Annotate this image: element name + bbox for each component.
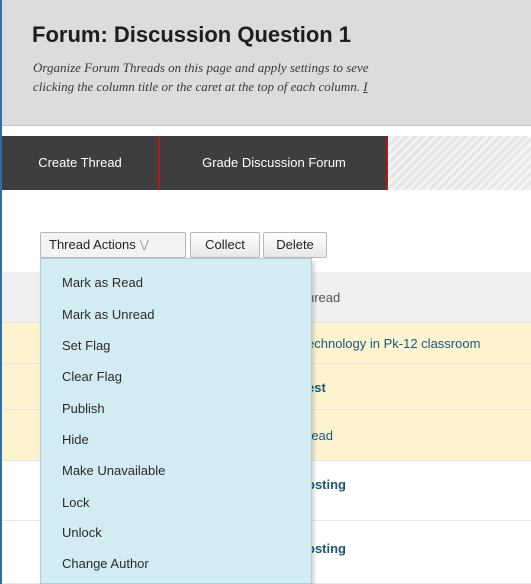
menu-item-unlock[interactable]: Unlock: [62, 525, 102, 540]
page-title: Forum: Discussion Question 1: [32, 22, 352, 47]
thread-link[interactable]: echnology in Pk-12 classroom: [307, 336, 480, 351]
menu-item-mark-as-unread[interactable]: Mark as Unread: [62, 307, 154, 322]
action-bar: Create Thread Grade Discussion Forum: [2, 136, 531, 190]
description-line-2: clicking the column title or the caret a…: [33, 77, 369, 96]
menu-item-set-flag[interactable]: Set Flag: [62, 338, 110, 353]
page-description: Organize Forum Threads on this page and …: [33, 58, 369, 96]
menu-item-clear-flag[interactable]: Clear Flag: [62, 369, 122, 384]
grade-discussion-forum-button[interactable]: Grade Discussion Forum: [162, 136, 388, 190]
menu-item-hide[interactable]: Hide: [62, 432, 89, 447]
create-thread-button[interactable]: Create Thread: [2, 136, 160, 190]
menu-item-lock[interactable]: Lock: [62, 495, 89, 510]
thread-actions-dropdown[interactable]: Thread Actions ⋁: [40, 232, 186, 258]
delete-button[interactable]: Delete: [263, 232, 327, 258]
description-line-2-text: clicking the column title or the caret a…: [33, 79, 360, 94]
menu-item-mark-as-read[interactable]: Mark as Read: [62, 275, 143, 290]
description-line-1: Organize Forum Threads on this page and …: [33, 60, 369, 75]
forum-page: Forum: Discussion Question 1 Organize Fo…: [0, 0, 531, 584]
menu-item-publish[interactable]: Publish: [62, 401, 105, 416]
action-bar-filler: [388, 136, 531, 190]
menu-item-make-unavailable[interactable]: Make Unavailable: [62, 463, 165, 478]
thread-actions-label: Thread Actions: [49, 237, 136, 252]
thread-link[interactable]: osting: [307, 541, 346, 556]
thread-actions-menu: Mark as Read Mark as Unread Set Flag Cle…: [40, 258, 312, 584]
chevron-down-icon: ⋁: [139, 239, 149, 251]
menu-item-change-author[interactable]: Change Author: [62, 556, 149, 571]
description-more-link[interactable]: I: [363, 79, 367, 94]
thread-link[interactable]: osting: [307, 477, 346, 492]
collect-button[interactable]: Collect: [190, 232, 260, 258]
page-header: Forum: Discussion Question 1 Organize Fo…: [2, 0, 531, 126]
